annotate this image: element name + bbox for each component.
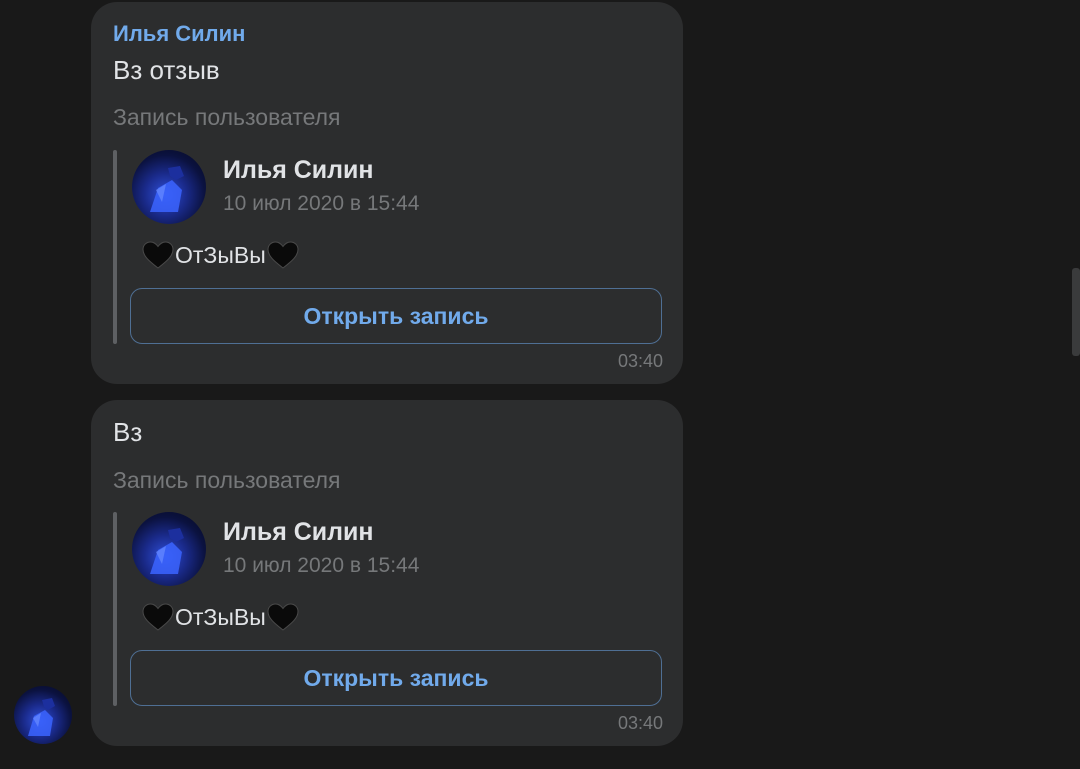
message-bubble: Илья Силин Вз отзыв Запись пользователя …	[91, 2, 683, 384]
scrollbar[interactable]	[1072, 268, 1080, 356]
message-sender[interactable]: Илья Силин	[113, 21, 245, 47]
message-text: Вз	[113, 417, 143, 447]
post-author[interactable]: Илья Силин	[223, 156, 374, 185]
avatar-image	[28, 698, 55, 736]
shared-post: Илья Силин 10 июл 2020 в 15:44 ОтЗыВы От…	[113, 512, 663, 706]
quote-bar	[113, 512, 117, 706]
open-post-button[interactable]: Открыть запись	[130, 650, 662, 706]
black-heart-icon	[266, 602, 300, 632]
black-heart-icon	[266, 240, 300, 270]
post-date: 10 июл 2020 в 15:44	[223, 192, 420, 215]
shared-post: Илья Силин 10 июл 2020 в 15:44 ОтЗыВы От…	[113, 150, 663, 344]
message-time: 03:40	[617, 351, 663, 371]
avatar-image	[150, 528, 184, 574]
message-text: Вз отзыв	[113, 55, 220, 85]
post-text-label: ОтЗыВы	[175, 603, 266, 630]
message-time: 03:40	[617, 713, 663, 733]
black-heart-icon	[141, 240, 175, 270]
avatar[interactable]	[132, 150, 206, 224]
post-author[interactable]: Илья Силин	[223, 518, 374, 547]
post-text-label: ОтЗыВы	[175, 241, 266, 268]
post-text: ОтЗыВы	[141, 602, 300, 632]
post-caption: Запись пользователя	[113, 467, 341, 493]
sender-avatar[interactable]	[14, 686, 72, 744]
chat-view: Илья Силин Вз отзыв Запись пользователя …	[0, 0, 1080, 769]
post-caption: Запись пользователя	[113, 104, 341, 130]
message-bubble: Вз Запись пользователя Илья Силин 10 июл…	[91, 400, 683, 746]
avatar[interactable]	[132, 512, 206, 586]
avatar-image	[150, 166, 184, 212]
post-date: 10 июл 2020 в 15:44	[223, 554, 420, 577]
open-post-button[interactable]: Открыть запись	[130, 288, 662, 344]
black-heart-icon	[141, 602, 175, 632]
post-text: ОтЗыВы	[141, 240, 300, 270]
quote-bar	[113, 150, 117, 344]
